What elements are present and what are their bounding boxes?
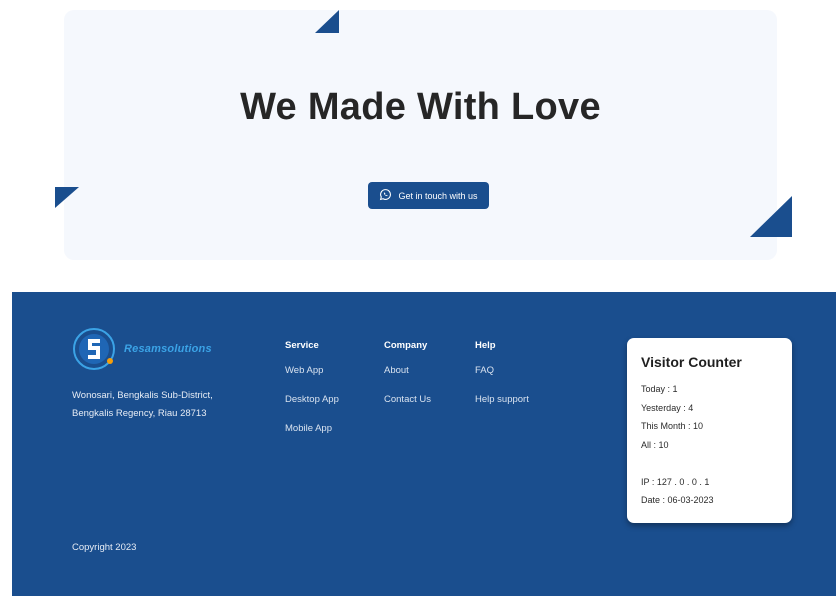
company-address: Wonosari, Bengkalis Sub-District, Bengka… — [72, 387, 213, 423]
visitor-this-month: This Month : 10 — [641, 421, 704, 431]
link-desktop-app[interactable]: Desktop App — [285, 394, 339, 405]
link-help-support[interactable]: Help support — [475, 394, 529, 405]
column-title-help: Help — [475, 340, 496, 351]
footer-column-help: Help FAQ Help support — [475, 340, 529, 423]
link-web-app[interactable]: Web App — [285, 365, 339, 376]
column-title-company: Company — [384, 340, 428, 351]
visitor-today: Today : 1 — [641, 384, 678, 394]
link-mobile-app[interactable]: Mobile App — [285, 423, 339, 434]
link-contact-us[interactable]: Contact Us — [384, 394, 431, 405]
visitor-all: All : 10 — [641, 440, 669, 450]
visitor-counter-title: Visitor Counter — [641, 354, 742, 370]
decor-triangle-right — [750, 196, 792, 237]
hero-title: We Made With Love — [240, 86, 601, 128]
hero-section — [64, 10, 777, 260]
visitor-date: Date : 06-03-2023 — [641, 495, 714, 505]
visitor-ip: IP : 127 . 0 . 0 . 1 — [641, 477, 710, 487]
company-logo[interactable]: Resamsolutions — [72, 327, 212, 371]
get-in-touch-button[interactable]: Get in touch with us — [368, 182, 489, 209]
get-in-touch-label: Get in touch with us — [398, 190, 478, 201]
column-title-service: Service — [285, 340, 319, 351]
logo-mark-icon — [73, 328, 115, 370]
link-faq[interactable]: FAQ — [475, 365, 529, 376]
footer-column-service: Service Web App Desktop App Mobile App — [285, 340, 339, 452]
decor-triangle-left — [55, 187, 79, 208]
logo-wordmark: Resamsolutions — [124, 343, 212, 355]
visitor-counter-card: Visitor Counter Today : 1 Yesterday : 4 … — [627, 338, 792, 523]
visitor-yesterday: Yesterday : 4 — [641, 403, 694, 413]
address-line: Bengkalis Regency, Riau 28713 — [72, 408, 207, 419]
link-about[interactable]: About — [384, 365, 431, 376]
address-line: Wonosari, Bengkalis Sub-District, — [72, 390, 213, 401]
whatsapp-icon — [379, 188, 392, 203]
decor-triangle-top — [315, 10, 339, 33]
footer-column-company: Company About Contact Us — [384, 340, 431, 423]
copyright-text: Copyright 2023 — [72, 542, 137, 553]
